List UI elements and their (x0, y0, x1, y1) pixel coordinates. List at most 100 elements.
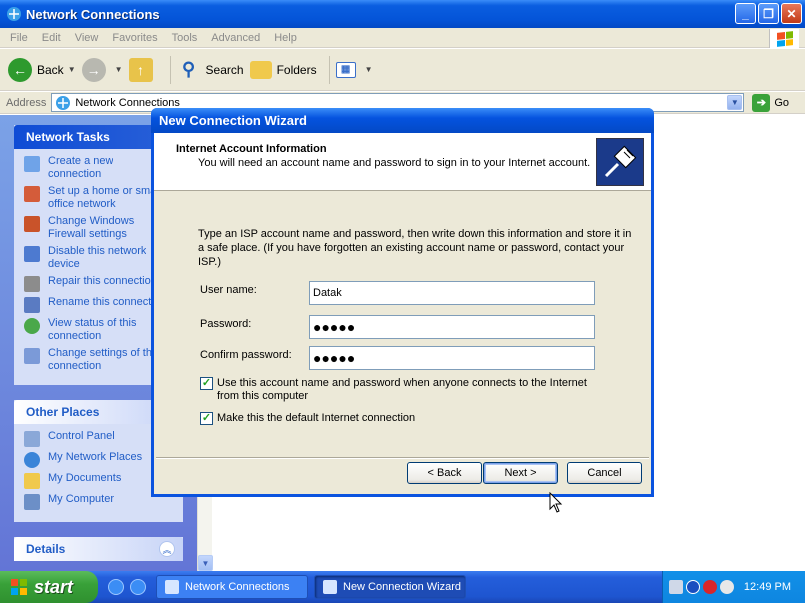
network-connections-icon (165, 580, 179, 594)
chevron-up-icon[interactable]: ︽ (159, 541, 175, 557)
network-connections-icon (7, 7, 21, 21)
windows-logo-icon (769, 29, 799, 48)
menu-file[interactable]: File (10, 32, 28, 44)
my-computer-icon (24, 494, 40, 510)
back-button[interactable]: ← Back ▼ (8, 57, 76, 82)
network-connections-icon (56, 95, 71, 110)
go-label: Go (774, 96, 790, 109)
confirm-password-input[interactable]: ●●●●● (309, 346, 595, 370)
start-button[interactable]: start (0, 571, 98, 603)
cancel-button[interactable]: Cancel (567, 462, 642, 484)
address-value: Network Connections (75, 96, 180, 109)
window-title: Network Connections (26, 6, 160, 22)
username-input[interactable]: Datak (309, 281, 595, 305)
search-icon: ⚲ (181, 59, 196, 79)
password-input[interactable]: ●●●●● (309, 315, 595, 339)
go-arrow-icon: ➔ (752, 93, 771, 112)
views-button[interactable]: ▦ ▼ (335, 61, 373, 78)
use-account-label[interactable]: Use this account name and password when … (217, 377, 610, 403)
dialog-title: New Connection Wizard (151, 108, 654, 133)
media-player-icon[interactable] (130, 579, 146, 595)
search-button[interactable]: ⚲ Search (177, 58, 244, 82)
back-button[interactable]: < Back (407, 462, 482, 484)
folders-label: Folders (276, 62, 317, 77)
back-label: Back (37, 62, 64, 77)
control-panel-icon (24, 431, 40, 447)
taskbar: start Network Connections New Connection… (0, 571, 805, 603)
home-network-icon (24, 186, 40, 202)
minimize-button[interactable]: _ (735, 3, 756, 24)
toolbar-separator (328, 55, 330, 84)
menu-help[interactable]: Help (274, 32, 297, 44)
new-connection-icon (24, 156, 40, 172)
window-titlebar: Network Connections _ ❐ ✕ (0, 0, 805, 28)
mouse-cursor-icon (549, 492, 563, 513)
keyboard-icon[interactable] (668, 580, 683, 594)
username-label: User name: (200, 284, 257, 296)
folders-icon (249, 60, 272, 79)
network-places-icon (24, 452, 40, 468)
chevron-down-icon[interactable]: ▼ (727, 95, 743, 110)
system-tray: 12:49 PM (662, 571, 805, 603)
search-label: Search (205, 62, 244, 77)
views-icon: ▦ (335, 61, 356, 78)
taskbar-new-connection-wizard[interactable]: New Connection Wizard (314, 575, 466, 599)
firewall-icon (24, 216, 40, 232)
details-header[interactable]: Details (14, 537, 183, 561)
security-shield-icon[interactable] (702, 580, 717, 594)
default-connection-option: ✓ Make this the default Internet connect… (200, 412, 415, 425)
new-connection-wizard-dialog: New Connection Wizard Internet Account I… (151, 108, 654, 497)
repair-wrench-icon (24, 276, 40, 292)
scroll-down-arrow-icon[interactable]: ▼ (198, 555, 213, 571)
next-button[interactable]: Next > (483, 462, 558, 484)
toolbar-separator (169, 55, 171, 84)
menu-advanced[interactable]: Advanced (211, 32, 260, 44)
default-connection-label[interactable]: Make this the default Internet connectio… (217, 412, 415, 425)
address-label: Address (6, 96, 47, 109)
internet-explorer-icon[interactable] (108, 579, 124, 595)
default-connection-checkbox[interactable]: ✓ (200, 412, 213, 425)
folders-button[interactable]: Folders (249, 60, 317, 79)
disable-network-icon (24, 246, 40, 262)
go-button[interactable]: ➔ Go (752, 93, 790, 112)
forward-arrow-icon: → (81, 57, 106, 82)
menu-view[interactable]: View (75, 32, 99, 44)
chevron-left-icon[interactable] (685, 580, 700, 594)
dialog-header-title: Internet Account Information (176, 143, 327, 155)
wizard-icon (323, 580, 337, 594)
use-account-option: ✓ Use this account name and password whe… (200, 377, 610, 403)
use-account-checkbox[interactable]: ✓ (200, 377, 213, 390)
menu-bar: File Edit View Favorites Tools Advanced … (0, 28, 805, 48)
toolbar: ← Back ▼ → ▼ ↑ ⚲ Search Folders ▦ ▼ (0, 49, 805, 91)
clock: 12:49 PM (743, 581, 791, 593)
details-panel: Details ︽ (14, 537, 183, 561)
windows-flag-icon (11, 579, 27, 595)
close-button[interactable]: ✕ (781, 3, 802, 24)
instructions-text: Type an ISP account name and password, t… (198, 228, 632, 268)
maximize-button[interactable]: ❐ (758, 3, 779, 24)
my-documents-icon (24, 473, 40, 489)
chevron-down-icon[interactable]: ▼ (68, 65, 76, 74)
taskbar-network-connections[interactable]: Network Connections (156, 575, 308, 599)
forward-button[interactable]: → ▼ (81, 57, 123, 82)
start-label: start (34, 576, 74, 597)
network-cable-icon (596, 138, 644, 186)
back-arrow-icon: ← (8, 57, 32, 82)
settings-icon (24, 348, 40, 364)
dialog-header-subtitle: You will need an account name and passwo… (198, 157, 591, 169)
chevron-down-icon[interactable]: ▼ (365, 65, 373, 74)
menu-favorites[interactable]: Favorites (112, 32, 157, 44)
up-folder-icon: ↑ (128, 57, 153, 82)
menu-edit[interactable]: Edit (42, 32, 61, 44)
dialog-divider (156, 457, 649, 459)
password-label: Password: (200, 318, 252, 330)
rename-icon (24, 297, 40, 313)
quick-launch (108, 579, 146, 595)
chevron-down-icon[interactable]: ▼ (115, 65, 123, 74)
dialog-header: Internet Account Information You will ne… (154, 133, 651, 191)
up-folder-button[interactable]: ↑ (128, 57, 158, 82)
confirm-password-label: Confirm password: (200, 349, 292, 361)
view-status-icon (24, 318, 40, 334)
volume-icon[interactable] (719, 580, 734, 594)
menu-tools[interactable]: Tools (172, 32, 198, 44)
